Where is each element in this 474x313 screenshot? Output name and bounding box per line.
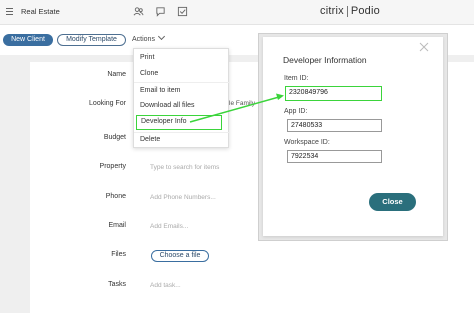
annotation-arrow [189, 93, 284, 123]
